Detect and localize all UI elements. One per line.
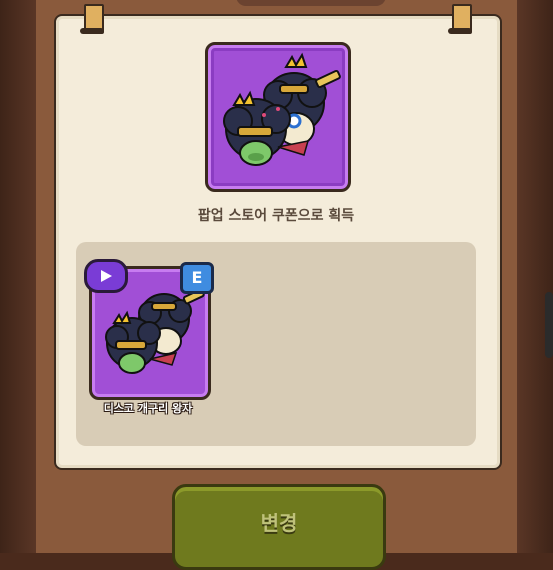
featured-character-card (205, 42, 351, 192)
right-frame (517, 0, 553, 553)
acquisition-source-label: 팝업 스토어 쿠폰으로 획득 (197, 208, 355, 224)
inventory-item-name: 디스코 개구리 왕자 (103, 402, 193, 415)
change-button-label: 변경 (260, 511, 298, 535)
equipped-badge: E (180, 262, 214, 294)
play-icon (101, 270, 112, 282)
play-preview-button[interactable] (84, 259, 128, 293)
change-button[interactable]: 변경 (172, 484, 386, 570)
scrollbar[interactable] (545, 292, 553, 358)
disco-frog-character-icon (223, 52, 341, 166)
pin-right-icon (448, 4, 472, 34)
left-frame (0, 0, 36, 553)
pin-left-icon (80, 4, 104, 34)
title-tab (236, 0, 386, 6)
